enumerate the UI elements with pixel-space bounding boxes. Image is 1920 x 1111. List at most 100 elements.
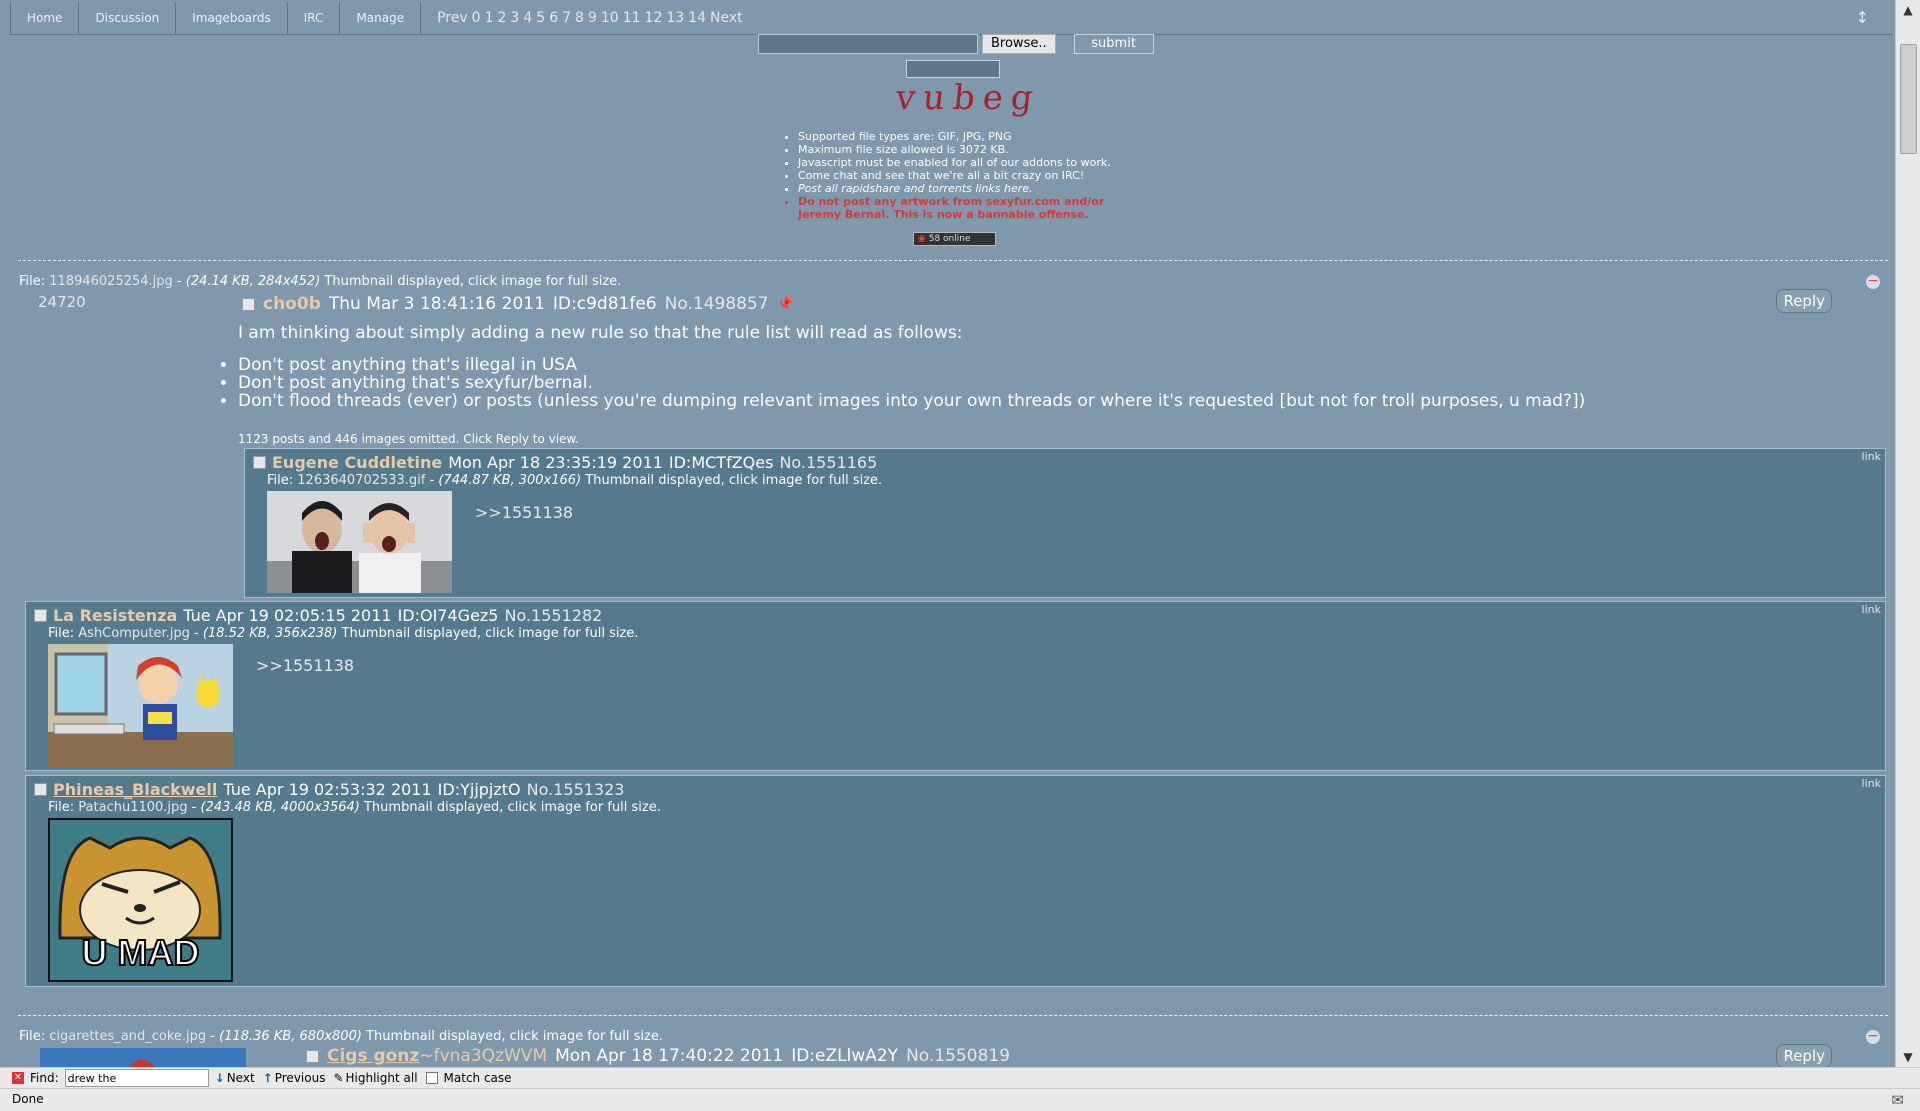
nav-manage[interactable]: Manage xyxy=(340,2,422,34)
post-number[interactable]: No.1550819 xyxy=(906,1046,1010,1066)
nav-irc[interactable]: IRC xyxy=(288,2,341,34)
mail-icon[interactable]: ✉ xyxy=(1891,1090,1904,1110)
reply-thumbnail[interactable] xyxy=(48,644,233,768)
rule-item: Javascript must be enabled for all of ou… xyxy=(798,156,1111,169)
image-caption: U MAD xyxy=(81,931,201,974)
pager-page[interactable]: 5 xyxy=(536,10,545,26)
post-id: ID:YjjpjztO xyxy=(437,780,521,799)
op-file-info: File: 118946025254.jpg - (24.14 KB, 284x… xyxy=(19,274,622,289)
arrow-down-icon: ↓ xyxy=(214,1071,225,1085)
match-case-toggle[interactable]: Match case xyxy=(425,1071,512,1085)
submit-button[interactable]: submit xyxy=(1073,34,1154,54)
online-badge: ◉ 58 online xyxy=(913,232,996,246)
omitted-notice: 1123 posts and 446 images omitted. Click… xyxy=(238,432,579,446)
file-label: File: xyxy=(19,274,46,289)
rule-item: Supported file types are: GIF, JPG, PNG xyxy=(798,130,1111,143)
reply-file-info: File: 1263640702533.gif - (744.87 KB, 30… xyxy=(267,473,883,488)
thread2-file-info: File: cigarettes_and_coke.jpg - (118.36 … xyxy=(19,1029,663,1044)
post-checkbox[interactable] xyxy=(34,783,47,796)
pager-page[interactable]: 3 xyxy=(510,10,519,26)
tripcode: ~fvna3QzWVM xyxy=(419,1046,548,1066)
poster-name-link[interactable]: Phineas_Blackwell xyxy=(53,780,217,799)
file-link[interactable]: Patachu1100.jpg xyxy=(78,800,187,815)
op-file-link[interactable]: 118946025254.jpg xyxy=(49,274,173,289)
post-number[interactable]: No.1551165 xyxy=(779,453,877,472)
poster-name: La Resistenza xyxy=(53,606,178,625)
reply-button[interactable]: Reply xyxy=(1776,1044,1832,1068)
pager-prev[interactable]: Prev xyxy=(437,10,468,26)
file-link[interactable]: 1263640702533.gif xyxy=(297,473,425,488)
reply-button[interactable]: Reply xyxy=(1776,289,1832,313)
vertical-scrollbar[interactable]: ▲ ▼ xyxy=(1895,0,1920,1067)
file-label: File: xyxy=(19,1029,46,1044)
pager-page[interactable]: 9 xyxy=(588,10,597,26)
quote-link[interactable]: >>1551138 xyxy=(256,656,354,675)
post-checkbox[interactable] xyxy=(34,609,47,622)
reply-header: Eugene Cuddletine Mon Apr 18 23:35:19 20… xyxy=(253,453,877,472)
scroll-thumb[interactable] xyxy=(1900,44,1917,154)
pager-page[interactable]: 10 xyxy=(601,10,619,26)
scroll-up-arrow-icon[interactable]: ▲ xyxy=(1896,0,1920,20)
arrow-up-icon: ↑ xyxy=(262,1071,273,1085)
file-link[interactable]: AshComputer.jpg xyxy=(78,626,190,641)
nav-discussion[interactable]: Discussion xyxy=(79,2,177,34)
captcha-input[interactable] xyxy=(906,60,1000,78)
post-number[interactable]: No.1551282 xyxy=(504,606,602,625)
post-checkbox[interactable] xyxy=(306,1049,319,1063)
browse-button[interactable]: Browse.. xyxy=(982,34,1056,54)
reply-thumbnail[interactable] xyxy=(267,491,452,593)
find-input[interactable] xyxy=(64,1069,209,1087)
scroll-down-arrow-icon[interactable]: ▼ xyxy=(1896,1047,1920,1067)
pager-page[interactable]: 14 xyxy=(688,10,706,26)
thread2-thumbnail[interactable] xyxy=(40,1048,246,1067)
file-label: File: xyxy=(48,626,75,641)
reply-post: Eugene Cuddletine Mon Apr 18 23:35:19 20… xyxy=(244,448,1886,598)
hide-thread-icon[interactable]: − xyxy=(1866,274,1880,289)
post-link[interactable]: link xyxy=(1862,603,1881,616)
status-bar: Done ✉ xyxy=(0,1088,1920,1111)
screaming-men-image xyxy=(267,491,452,593)
post-checkbox[interactable] xyxy=(253,456,266,469)
find-previous-button[interactable]: ↑ Previous xyxy=(263,1071,326,1085)
rule-item-text[interactable]: Post all rapidshare and torrents links h… xyxy=(798,182,1033,195)
file-note: Thumbnail displayed, click image for ful… xyxy=(366,1029,663,1044)
pager-page[interactable]: 4 xyxy=(523,10,532,26)
poster-name-link[interactable]: Cigs gonz xyxy=(327,1046,419,1066)
ash-computer-image xyxy=(48,644,233,768)
nav-imageboards[interactable]: Imageboards xyxy=(176,2,288,34)
close-icon[interactable]: ✕ xyxy=(12,1072,24,1084)
pager-page[interactable]: 12 xyxy=(645,10,663,26)
op-rule: Don't post anything that's sexyfur/berna… xyxy=(238,374,1585,392)
find-next-label: Next xyxy=(226,1071,255,1085)
op-rule: Don't post anything that's illegal in US… xyxy=(238,356,1585,374)
post-number[interactable]: No.1551323 xyxy=(527,780,625,799)
thread2-file-link[interactable]: cigarettes_and_coke.jpg xyxy=(49,1029,206,1044)
reply-post: Phineas_Blackwell Tue Apr 19 02:53:32 20… xyxy=(25,775,1886,987)
quote-link[interactable]: >>1551138 xyxy=(475,503,573,522)
checkbox[interactable] xyxy=(425,1072,438,1084)
highlight-all-button[interactable]: ✎ Highlight all xyxy=(333,1071,417,1085)
pager-page[interactable]: 8 xyxy=(575,10,584,26)
pager-page[interactable]: 6 xyxy=(549,10,558,26)
pager-page[interactable]: 2 xyxy=(498,10,507,26)
pager-page[interactable]: 13 xyxy=(666,10,684,26)
pager-page[interactable]: 1 xyxy=(485,10,494,26)
post-checkbox[interactable] xyxy=(242,297,255,311)
resize-handle-icon[interactable]: ↕ xyxy=(1856,8,1869,27)
post-link[interactable]: link xyxy=(1862,450,1881,463)
pager-next[interactable]: Next xyxy=(710,10,743,26)
post-link[interactable]: link xyxy=(1862,777,1881,790)
file-input[interactable] xyxy=(758,34,978,54)
hide-thread-icon[interactable]: − xyxy=(1866,1029,1880,1044)
find-label: Find: xyxy=(30,1071,59,1085)
post-date: Thu Mar 3 18:41:16 2011 xyxy=(328,294,545,314)
pager-page[interactable]: 11 xyxy=(623,10,641,26)
pager-page[interactable]: 7 xyxy=(562,10,571,26)
reply-file-info: File: Patachu1100.jpg - (243.48 KB, 4000… xyxy=(48,800,661,815)
post-number[interactable]: No.1498857 xyxy=(665,294,769,314)
nav-home[interactable]: Home xyxy=(10,2,80,34)
thread2-header: Cigs gonz ~fvna3QzWVM Mon Apr 18 17:40:22… xyxy=(306,1046,1010,1066)
pager-page[interactable]: 0 xyxy=(472,10,481,26)
find-next-button[interactable]: ↓ Next xyxy=(215,1071,255,1085)
reply-thumbnail[interactable]: U MAD xyxy=(48,818,233,982)
